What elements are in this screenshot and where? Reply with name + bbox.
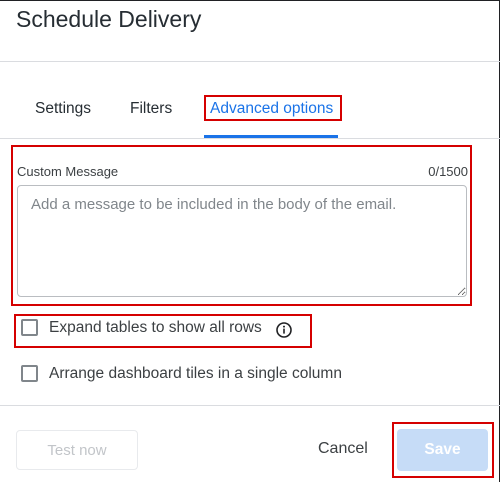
save-button[interactable]: Save [397, 429, 488, 471]
frame-top-border [0, 0, 500, 1]
cancel-button[interactable]: Cancel [312, 434, 374, 464]
test-now-button[interactable]: Test now [16, 430, 138, 470]
tabs-divider [0, 138, 500, 139]
tab-settings[interactable]: Settings [35, 100, 91, 118]
expand-tables-checkbox[interactable] [21, 319, 38, 336]
footer-divider [0, 405, 500, 406]
header-divider [0, 61, 500, 62]
custom-message-label: Custom Message [17, 164, 119, 179]
custom-message-textarea[interactable] [17, 185, 467, 297]
dialog-title: Schedule Delivery [16, 6, 202, 32]
tab-bar: Settings Filters Advanced options [0, 94, 500, 138]
info-icon[interactable] [276, 322, 292, 338]
character-counter: 0/1500 [428, 164, 468, 179]
expand-tables-label: Expand tables to show all rows [49, 319, 262, 336]
single-column-label: Arrange dashboard tiles in a single colu… [49, 365, 342, 382]
tab-advanced-options[interactable]: Advanced options [210, 100, 333, 118]
tab-filters[interactable]: Filters [130, 100, 172, 118]
single-column-checkbox[interactable] [21, 365, 38, 382]
